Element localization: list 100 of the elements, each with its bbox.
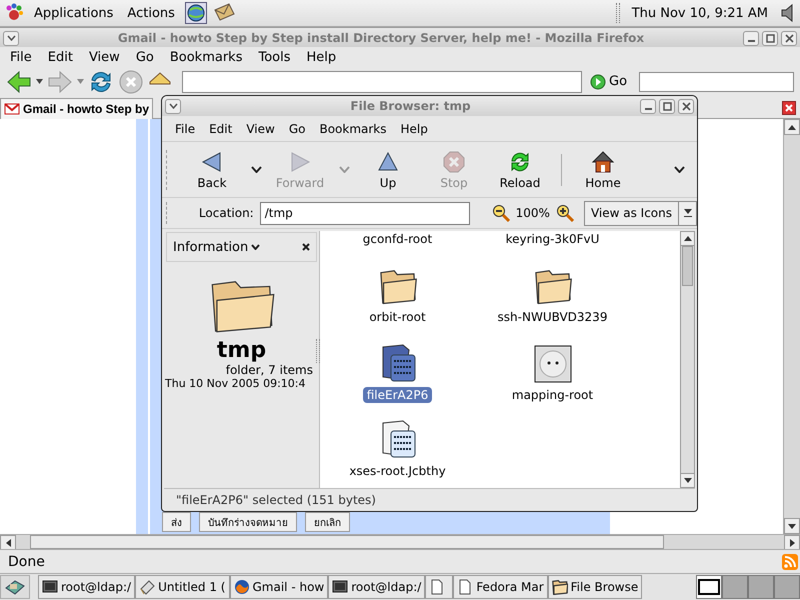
home-button[interactable]: Home xyxy=(570,144,636,194)
folder-icon xyxy=(534,267,572,305)
taskbar-item[interactable]: root@ldap:/ xyxy=(328,575,426,599)
minimize-button[interactable] xyxy=(743,30,759,46)
window-menu-button[interactable] xyxy=(165,98,181,114)
menu-item[interactable]: View xyxy=(80,49,128,66)
file-name[interactable]: orbit-root xyxy=(365,309,430,325)
taskbar-item[interactable]: Fedora Mar xyxy=(453,575,548,599)
minimize-button[interactable] xyxy=(640,98,656,114)
close-icon xyxy=(302,243,310,251)
right-arrow-icon xyxy=(790,538,794,546)
folder-summary: folder, 7 items xyxy=(226,363,313,377)
document-icon xyxy=(429,579,446,595)
file-name[interactable]: mapping-root xyxy=(508,387,598,403)
window-title: Gmail - howto Step by Step install Directory Server, help me! - Mozilla Firefox xyxy=(116,31,646,45)
window-menu-button[interactable] xyxy=(3,30,19,46)
show-desktop-button[interactable] xyxy=(0,575,30,599)
close-button[interactable] xyxy=(781,30,797,46)
maximize-button[interactable] xyxy=(659,98,675,114)
scrollbar-thumb[interactable] xyxy=(30,535,664,549)
menu-item[interactable]: Tools xyxy=(250,49,299,66)
menu-item[interactable]: Edit xyxy=(202,120,240,138)
terminal-icon xyxy=(42,579,58,595)
close-tab-icon[interactable] xyxy=(782,101,796,115)
caret-icon xyxy=(6,35,16,41)
horizontal-scrollbar[interactable] xyxy=(0,534,800,549)
taskbar-item[interactable]: Gmail - how xyxy=(230,575,328,599)
page-button[interactable]: ส่ง xyxy=(162,512,191,532)
taskbar-item[interactable]: File Browse xyxy=(548,575,642,599)
menu-item[interactable]: Bookmarks xyxy=(162,49,250,66)
caret-icon[interactable] xyxy=(250,166,262,173)
zoom-level: 100% xyxy=(516,206,550,220)
foot-logo-icon xyxy=(4,3,24,23)
address-field[interactable] xyxy=(182,70,582,92)
vertical-scrollbar[interactable] xyxy=(783,119,800,534)
file-name[interactable]: keyring-3k0FvU xyxy=(502,231,604,247)
workspace-switcher-cell[interactable] xyxy=(696,575,722,599)
location-field[interactable]: /tmp xyxy=(260,202,470,224)
go-button[interactable]: Go xyxy=(586,74,632,90)
file-name[interactable]: fileErA2P6 xyxy=(362,387,432,403)
window-title: File Browser: tmp xyxy=(349,99,472,113)
minimize-icon xyxy=(644,108,652,110)
workspace-switcher-cell[interactable] xyxy=(748,575,774,599)
page-button[interactable]: ยกเลิก xyxy=(305,512,350,532)
clock: Thu Nov 10, 9:21 AM xyxy=(630,6,769,20)
mail-icon xyxy=(4,102,20,114)
caret-icon xyxy=(168,103,178,109)
page-button[interactable]: บันทึกร่างจดหมาย xyxy=(199,512,297,532)
back-arrow-icon[interactable] xyxy=(6,70,32,94)
taskbar-item[interactable]: root@ldap:/ xyxy=(38,575,136,599)
feed-icon xyxy=(782,554,798,570)
home-icon xyxy=(591,150,615,174)
file-name[interactable]: ssh-NWUBVD3239 xyxy=(494,309,612,325)
maximize-icon xyxy=(766,34,774,42)
menu-item[interactable]: Edit xyxy=(40,49,81,66)
maximize-icon xyxy=(662,102,672,110)
menu-item[interactable]: Help xyxy=(298,49,344,66)
view-mode-dropdown[interactable]: View as Icons xyxy=(584,200,697,226)
menu-item[interactable]: Go xyxy=(282,120,312,138)
pencil-icon xyxy=(139,579,156,595)
folder-date: Thu 10 Nov 2005 09:10:4 xyxy=(165,377,306,390)
panel-menu[interactable]: Applications xyxy=(30,4,118,22)
caret-icon[interactable] xyxy=(36,79,43,84)
file-name[interactable]: xses-root.Jcbthy xyxy=(345,463,450,479)
menu-item[interactable]: File xyxy=(2,49,40,66)
socket-icon xyxy=(534,345,572,383)
menu-item[interactable]: Go xyxy=(128,49,162,66)
file-name[interactable]: gconfd-root xyxy=(358,231,436,247)
search-field[interactable] xyxy=(639,72,794,92)
vertical-scrollbar[interactable] xyxy=(680,231,695,488)
panel-menu[interactable]: Actions xyxy=(123,4,179,22)
taskbar-item[interactable]: Untitled 1 ( xyxy=(135,575,230,599)
scrollbar-thumb[interactable] xyxy=(682,246,693,286)
close-sidebar-button[interactable] xyxy=(302,243,310,251)
workspace-switcher-cell[interactable] xyxy=(774,575,800,599)
close-button[interactable] xyxy=(678,98,694,114)
up-icon xyxy=(376,150,400,174)
up-arrow-icon xyxy=(684,236,692,241)
overflow-caret-icon[interactable] xyxy=(674,166,685,173)
status-text: "fileErA2P6" selected (151 bytes) xyxy=(164,488,695,511)
reload-button[interactable]: Reload xyxy=(487,144,553,194)
zoom-out-icon[interactable] xyxy=(492,204,510,222)
globe-icon[interactable] xyxy=(184,2,207,24)
menu-item[interactable]: File xyxy=(168,120,202,138)
menu-item[interactable]: View xyxy=(239,120,282,138)
workspace-switcher-cell[interactable] xyxy=(722,575,748,599)
menu-item[interactable]: Bookmarks xyxy=(312,120,394,138)
folder-name: tmp xyxy=(216,338,266,363)
stop-icon[interactable] xyxy=(118,68,144,94)
back-button[interactable]: Back xyxy=(179,144,245,194)
zoom-in-icon[interactable] xyxy=(556,204,574,222)
minimize-icon xyxy=(748,40,754,42)
down-arrow-icon xyxy=(788,524,796,528)
menu-item[interactable]: Help xyxy=(394,120,435,138)
up-button[interactable]: Up xyxy=(355,144,421,194)
terminal-icon xyxy=(332,579,348,595)
taskbar-item[interactable] xyxy=(425,575,454,599)
maximize-button[interactable] xyxy=(762,30,778,46)
folder-icon xyxy=(552,579,568,595)
browser-tab[interactable]: Gmail - howto Step by xyxy=(0,98,154,118)
